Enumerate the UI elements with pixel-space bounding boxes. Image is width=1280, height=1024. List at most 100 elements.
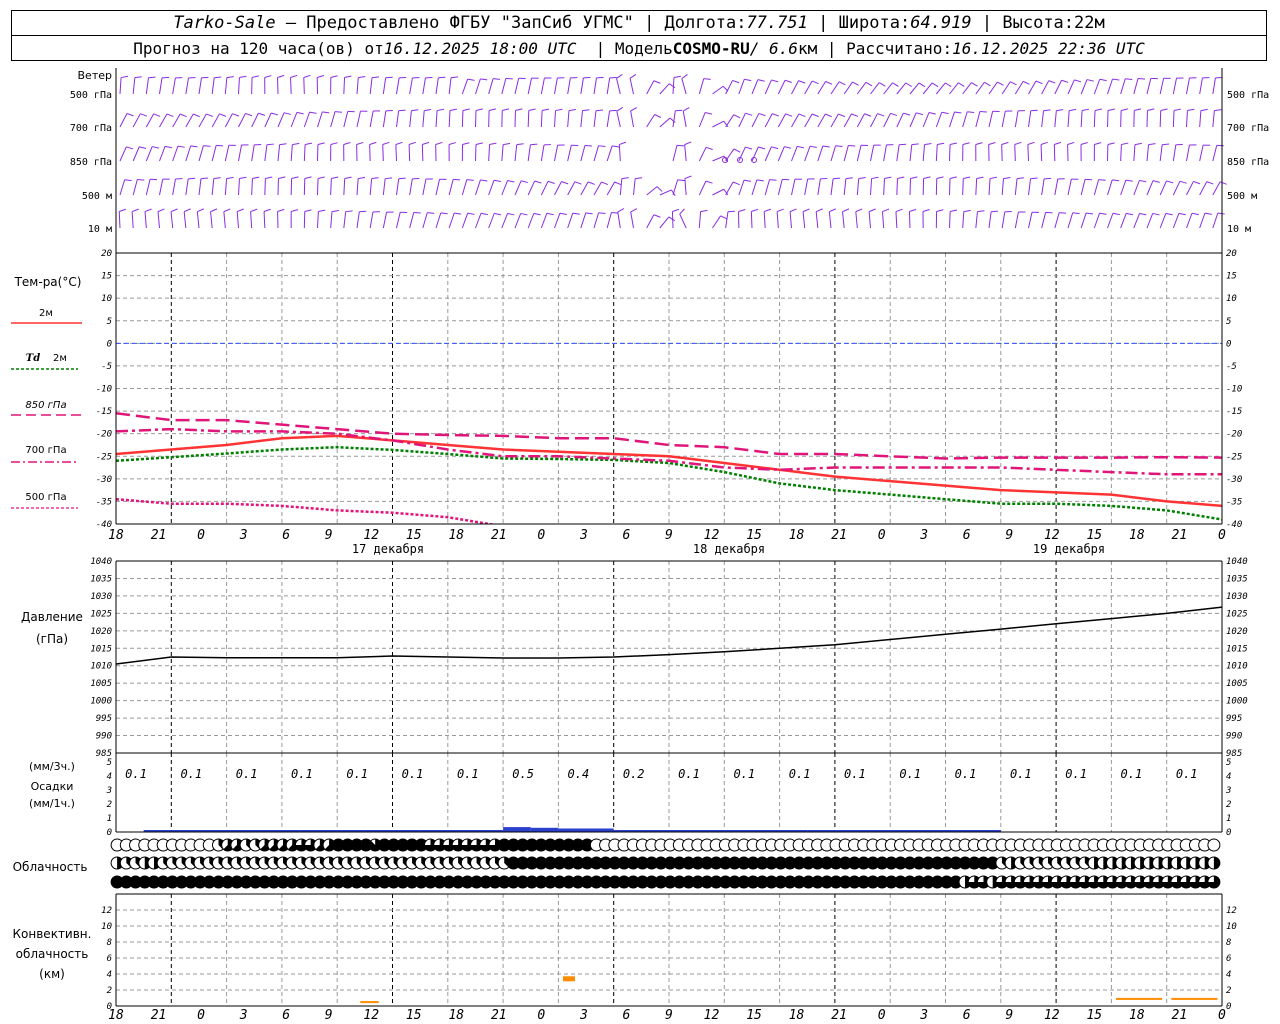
wind-barb-feather <box>188 177 196 180</box>
ytick-label: 1005 <box>1226 679 1248 689</box>
wind-barb-feather <box>358 75 366 79</box>
wind-barb <box>198 178 202 196</box>
wind-barb <box>395 144 397 162</box>
wind-barb-feather <box>616 107 623 112</box>
wind-barb <box>777 80 786 95</box>
wind-barb <box>422 110 425 128</box>
wind-barb <box>1146 213 1154 229</box>
wind-barb-feather <box>855 208 863 213</box>
ytick-label: 2 <box>107 986 112 996</box>
wind-barb <box>448 179 454 196</box>
wind-barb-feather <box>542 108 550 112</box>
wind-barb-feather <box>139 146 147 150</box>
wind-barb-feather <box>480 212 488 216</box>
ytick-label: 2 <box>1226 986 1231 996</box>
ytick-label: 10 <box>101 294 112 304</box>
wind-barb-feather <box>1099 78 1107 82</box>
wind-barb-feather <box>941 111 949 115</box>
wind-barb-feather <box>153 113 161 117</box>
wind-barb <box>909 178 912 196</box>
wind-barb <box>1067 110 1070 128</box>
wind-barb <box>211 77 215 95</box>
convective-bar <box>1116 997 1163 1000</box>
wind-barb-feather <box>630 107 638 112</box>
precip-3h-label: 0.2 <box>623 767 645 781</box>
wind-barb-feather <box>278 176 286 179</box>
wind-barb <box>883 82 893 95</box>
wind-barb-feather <box>703 78 711 80</box>
wind-barb-feather <box>1069 108 1077 112</box>
hour-tick-label: 0 <box>1218 528 1226 543</box>
wind-barb <box>949 211 951 229</box>
wind-barb-feather <box>503 142 511 146</box>
wind-barb <box>382 77 387 95</box>
wind-barb-feather <box>219 113 227 117</box>
wind-barb <box>1093 79 1101 95</box>
wind-barb-feather <box>226 76 234 79</box>
wind-barb-feather <box>829 208 836 213</box>
wind-barb <box>909 82 920 95</box>
hour-tick-label: 0 <box>537 1008 545 1023</box>
wind-barb <box>1067 212 1074 229</box>
wind-barb <box>1120 78 1126 95</box>
wind-barb <box>1146 144 1150 162</box>
wind-barb-feather <box>520 180 529 184</box>
wind-barb-feather <box>435 141 443 145</box>
hour-tick-label: 0 <box>1218 1008 1226 1023</box>
wind-barb-feather <box>516 143 524 146</box>
hour-tick-label: 3 <box>919 528 928 543</box>
hour-tick-label: 3 <box>239 528 248 543</box>
wind-barb <box>238 144 243 162</box>
wind-barb-feather <box>1139 179 1147 183</box>
wind-barb <box>830 81 840 95</box>
wind-barb-feather <box>1001 141 1009 145</box>
wind-barb <box>172 113 181 128</box>
wind-barb <box>277 144 281 162</box>
precip-3h-label: 0.1 <box>844 767 866 781</box>
wind-barb-feather <box>619 141 627 146</box>
wind-barb <box>198 145 204 162</box>
wind-barb <box>909 112 917 128</box>
wind-barb-feather <box>1059 212 1067 214</box>
time-axis-top: 18 21 0 3 6 9 12 15 18 21 0 3 6 9 12 15 18 21 0 3 6 9 12 15 18 21… <box>108 528 1226 543</box>
wind-barb <box>764 113 773 128</box>
wind-barb-feather <box>1204 212 1212 215</box>
wind-barb <box>119 77 122 95</box>
ytick-label: 1000 <box>1226 697 1248 707</box>
wind-barb <box>817 81 827 95</box>
wind-barb-feather <box>705 146 713 150</box>
ytick-label: 1025 <box>1226 609 1248 619</box>
convective-bar <box>563 976 575 982</box>
wind-barb-feather <box>179 113 187 118</box>
wind-barb-feather <box>962 142 970 145</box>
wind-barb-feather <box>758 112 766 117</box>
wind-barb-feather <box>157 208 165 213</box>
wind-barb <box>949 111 955 128</box>
wind-barb <box>238 178 240 196</box>
ytick-label: -30 <box>1226 475 1242 485</box>
wind-barb <box>396 110 400 128</box>
precip-3h-label: 0.1 <box>236 767 258 781</box>
convective-bar <box>360 1001 379 1004</box>
hour-tick-label: 9 <box>325 528 333 543</box>
wind-barb-feather <box>825 113 832 118</box>
hour-tick-label: 9 <box>1005 528 1013 543</box>
meteogram: Ветер 500 гПа700 гПа850 гПа500 м10 м 500… <box>11 68 1269 1023</box>
wind-barb <box>382 178 386 196</box>
wind-barb <box>681 78 687 95</box>
wind-barb <box>712 215 722 229</box>
wind-barb-feather <box>877 113 885 117</box>
wind-barb <box>236 211 239 229</box>
ytick-label: 8 <box>107 938 112 948</box>
hour-tick-label: 9 <box>325 1008 333 1023</box>
wind-barb-feather <box>937 142 945 146</box>
wind-barb-feather <box>494 212 502 216</box>
wind-barb-feather <box>239 75 247 79</box>
wind-barb-feather <box>277 208 285 212</box>
conv-unit: (км) <box>39 967 65 981</box>
wind-barb-feather <box>462 142 470 145</box>
hour-tick-label: 0 <box>197 528 205 543</box>
wind-barb-feather <box>892 82 899 87</box>
ytick-label: 5 <box>1226 317 1231 327</box>
wind-barb <box>1093 110 1096 128</box>
